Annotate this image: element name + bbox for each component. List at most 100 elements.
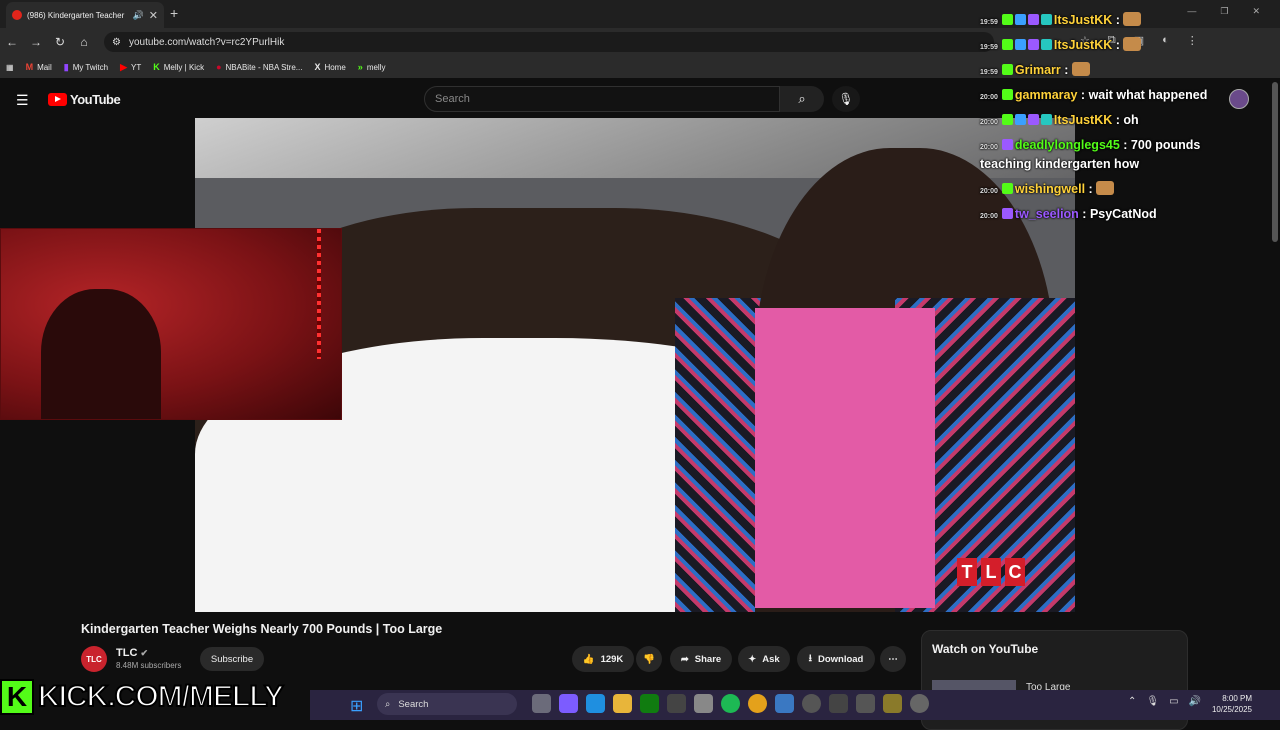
chat-username[interactable]: wishingwell [1015,182,1089,196]
address-bar[interactable]: ⚙ youtube.com/watch?v=rc2YPurlHik [104,32,994,52]
youtube-icon: ▶ [120,61,128,72]
taskbar-clock[interactable]: 8:00 PM 10/25/2025 [1200,693,1252,715]
tab-title: (986) Kindergarten Teacher [27,10,125,20]
chat-badge-icon [1001,14,1013,25]
download-button[interactable]: ⭳ Download [797,646,875,672]
taskbar-search[interactable]: ⌕ Search [377,693,517,715]
chat-badge-icon [1014,39,1026,50]
chat-timestamp: 20:00 [980,144,998,151]
stream-chat-overlay: 19:59 ItsJustKK : 19:59 ItsJustKK : 19:59 G… [976,0,1276,230]
reload-icon[interactable]: ↻ [48,35,72,49]
new-tab-icon[interactable]: + [170,5,178,21]
speaker-icon[interactable]: 🔊 [133,10,144,21]
back-icon[interactable]: ← [0,35,24,49]
channel-avatar[interactable]: TLC [81,646,107,672]
chat-badge-icon [1014,14,1026,25]
task-view-icon[interactable] [532,694,551,713]
url-text: youtube.com/watch?v=rc2YPurlHik [128,36,285,48]
chat-username[interactable]: Grimarr [1015,63,1064,77]
home-icon[interactable]: ⌂ [72,35,96,49]
chat-username[interactable]: gammaray [1015,88,1081,102]
chat-separator: : [1082,207,1090,221]
display-icon[interactable]: ▭ [1169,696,1178,707]
chat-emote-icon [1123,12,1142,26]
bookmark-yt[interactable]: ▶ YT [120,62,141,73]
x-icon: X [314,62,321,72]
file-explorer-icon[interactable] [613,694,632,713]
dislike-button[interactable]: 👎 [636,646,662,672]
chat-badge-icon [1027,39,1039,50]
subscribe-button[interactable]: Subscribe [200,647,264,671]
chat-timestamp: 19:59 [980,44,998,51]
chat-badge-icon [1014,114,1026,125]
search-icon: ⌕ [798,91,806,106]
microphone-icon[interactable]: 🎙 [1146,696,1159,707]
xbox-icon[interactable] [640,694,659,713]
chat-separator: : [1088,182,1097,196]
share-button[interactable]: ➦ Share [670,646,732,672]
system-tray: ⌃ 🎙 ▭ 🔊 [1128,696,1201,707]
spotify-icon[interactable] [721,694,740,713]
site-info-icon[interactable]: ⚙ [112,37,121,48]
chat-username[interactable]: tw_seelion [1015,207,1082,221]
bookmark-melly[interactable]: » melly [358,62,386,72]
windows-start-icon[interactable]: ⊞ [350,696,363,716]
edge-icon[interactable] [586,694,605,713]
chat-text: PsyCatNod [1089,207,1157,221]
chat-timestamp: 19:59 [980,69,998,76]
bookmark-twitch[interactable]: ▮ My Twitch [64,62,108,73]
chat-text: oh [1123,113,1139,127]
taskbar-apps [532,694,929,713]
github-icon[interactable] [667,694,686,713]
chat-text: wait what happened [1088,88,1208,102]
chat-timestamp: 19:59 [980,19,998,26]
chat-separator: : [1115,38,1124,52]
bookmark-mail[interactable]: M Mail [26,62,52,72]
bookmark-nbabite[interactable]: ● NBABite - NBA Stre... [216,62,302,72]
gmail-icon: M [25,62,34,72]
chat-text: teaching kindergarten how [980,157,1140,171]
chat-username[interactable]: ItsJustKK [1054,38,1116,52]
arrow-app-icon[interactable] [829,694,848,713]
chrome-icon[interactable] [748,694,767,713]
hamburger-menu-icon[interactable]: ☰ [16,92,29,109]
more-actions-button[interactable]: ⋯ [880,646,906,672]
chat-username[interactable]: ItsJustKK [1054,113,1116,127]
like-button[interactable]: 👍 129K [572,646,634,672]
bookmark-kick[interactable]: K Melly | Kick [153,62,204,72]
bookmark-x-home[interactable]: X Home [314,62,345,72]
copilot-icon[interactable] [559,694,578,713]
chevron-up-icon[interactable]: ⌃ [1128,696,1136,707]
chat-badge-icon [1040,39,1052,50]
store-icon[interactable] [694,694,713,713]
chat-message: 20:00 ItsJustKK : oh [980,108,1139,135]
close-tab-icon[interactable]: ✕ [149,9,158,22]
webcam-person [41,289,161,419]
more-horizontal-icon: ⋯ [888,653,898,665]
settings-icon[interactable] [910,694,929,713]
nba-icon: ● [216,62,222,72]
ask-button[interactable]: ✦ Ask [738,646,790,672]
sparkle-icon: ✦ [748,653,757,665]
media-player-icon[interactable] [802,694,821,713]
photos-icon[interactable] [775,694,794,713]
download-icon: ⭳ [808,653,812,664]
thumbs-down-icon: 👎 [643,653,655,665]
twitch-icon: ▮ [63,61,69,72]
search-input[interactable]: Search [424,86,780,112]
kick-logo-icon: K [0,679,34,715]
voice-search-button[interactable]: 🎙 [832,86,860,112]
chat-username[interactable]: deadlylonglegs45 [1015,138,1123,152]
chat-emote-icon [1096,181,1115,195]
search-button[interactable]: ⌕ [780,86,824,112]
forward-icon[interactable]: → [24,35,48,49]
channel-name[interactable]: TLC ✔ [116,647,148,659]
chat-username[interactable]: ItsJustKK [1054,13,1116,27]
chat-separator: : [1123,138,1131,152]
image-app-icon[interactable] [883,694,902,713]
youtube-logo[interactable]: YouTube [48,92,121,107]
browser-tab[interactable]: (986) Kindergarten Teacher 🔊 ✕ [6,2,164,28]
chat-badge-icon [1001,89,1013,100]
apps-icon[interactable]: ▦ [6,63,14,72]
obs-icon[interactable] [856,694,875,713]
